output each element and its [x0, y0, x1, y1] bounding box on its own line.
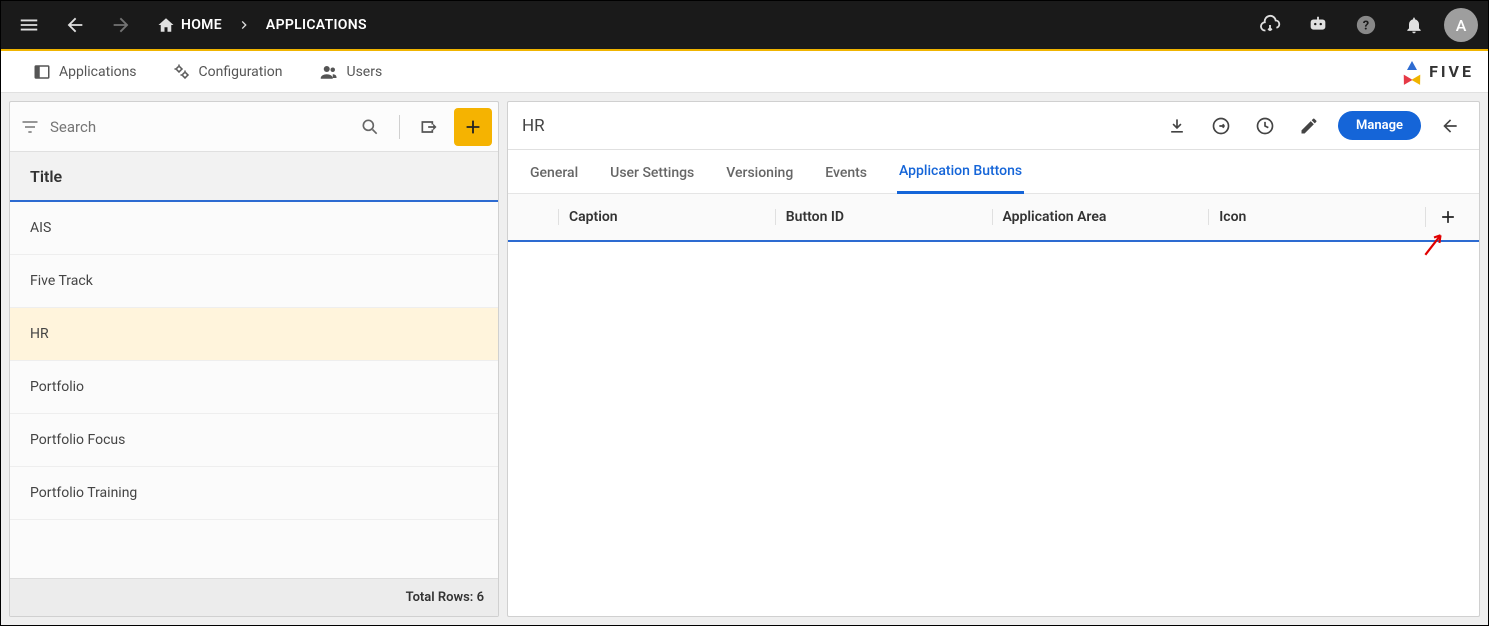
- user-avatar[interactable]: A: [1444, 8, 1478, 42]
- breadcrumb-home[interactable]: HOME: [157, 16, 222, 34]
- search-input[interactable]: [46, 112, 345, 142]
- applications-list: AISFive TrackHRPortfolioPortfolio FocusP…: [10, 202, 498, 578]
- list-footer-count: 6: [477, 590, 484, 605]
- app-topbar: HOME APPLICATIONS ? A: [1, 1, 1488, 51]
- tab-versioning[interactable]: Versioning: [724, 153, 795, 193]
- import-icon[interactable]: [410, 108, 448, 146]
- nav-back-icon[interactable]: [57, 7, 93, 43]
- list-item[interactable]: Portfolio: [10, 361, 498, 414]
- users-icon: [319, 63, 339, 81]
- svg-text:?: ?: [1363, 19, 1369, 34]
- brand-name: FIVE: [1429, 62, 1474, 81]
- breadcrumb-current: APPLICATIONS: [266, 17, 367, 33]
- detail-tabs: General User Settings Versioning Events Appl…: [508, 150, 1479, 194]
- filter-icon[interactable]: [20, 117, 40, 137]
- list-item[interactable]: HR: [10, 308, 498, 361]
- notification-bell-icon[interactable]: [1396, 7, 1432, 43]
- back-arrow-icon[interactable]: [1435, 111, 1465, 141]
- annotation-arrow: [1421, 231, 1447, 257]
- search-go-icon[interactable]: [351, 108, 389, 146]
- chat-bot-icon[interactable]: [1300, 7, 1336, 43]
- list-item[interactable]: Portfolio Focus: [10, 414, 498, 467]
- home-icon: [157, 16, 175, 34]
- download-icon[interactable]: [1162, 111, 1192, 141]
- tab-user-settings[interactable]: User Settings: [608, 153, 696, 193]
- list-footer: Total Rows: 6: [10, 578, 498, 616]
- add-row-button[interactable]: [1425, 207, 1469, 227]
- content-split: Title AISFive TrackHRPortfolioPortfolio …: [1, 93, 1488, 625]
- brand-logo-icon: [1401, 61, 1423, 83]
- chevron-right-icon: [236, 17, 252, 33]
- list-item[interactable]: Five Track: [10, 255, 498, 308]
- add-application-button[interactable]: [454, 108, 492, 146]
- run-icon[interactable]: [1206, 111, 1236, 141]
- detail-header: HR Manage: [508, 102, 1479, 150]
- tab-application-buttons[interactable]: Application Buttons: [897, 151, 1024, 194]
- buttons-table-header: Caption Button ID Application Area Icon: [508, 194, 1479, 242]
- help-icon[interactable]: ?: [1348, 7, 1384, 43]
- nav-forward-icon: [103, 7, 139, 43]
- nav-applications-label: Applications: [59, 64, 137, 80]
- list-header-title: Title: [10, 152, 498, 202]
- list-item[interactable]: AIS: [10, 202, 498, 255]
- applications-list-pane: Title AISFive TrackHRPortfolioPortfolio …: [9, 101, 499, 617]
- nav-users-label: Users: [347, 64, 383, 80]
- hamburger-menu-icon[interactable]: [11, 7, 47, 43]
- col-caption: Caption: [558, 209, 775, 225]
- edit-icon[interactable]: [1294, 111, 1324, 141]
- tab-general[interactable]: General: [528, 153, 580, 193]
- cloud-sync-icon[interactable]: [1252, 7, 1288, 43]
- manage-button[interactable]: Manage: [1338, 111, 1421, 140]
- brand-logo: FIVE: [1401, 61, 1474, 83]
- breadcrumb: HOME APPLICATIONS: [157, 16, 367, 34]
- applications-icon: [33, 63, 51, 81]
- history-icon[interactable]: [1250, 111, 1280, 141]
- module-nav: Applications Configuration Users FIVE: [1, 51, 1488, 93]
- list-item[interactable]: Portfolio Training: [10, 467, 498, 520]
- nav-configuration[interactable]: Configuration: [155, 51, 301, 92]
- tab-events[interactable]: Events: [823, 153, 869, 193]
- search-toolbar: [10, 102, 498, 152]
- plus-icon: [1438, 207, 1458, 227]
- configuration-icon: [173, 63, 191, 81]
- nav-applications[interactable]: Applications: [15, 51, 155, 92]
- col-icon: Icon: [1208, 209, 1425, 225]
- list-footer-label: Total Rows:: [406, 590, 474, 605]
- col-application-area: Application Area: [992, 209, 1209, 225]
- breadcrumb-home-label: HOME: [181, 17, 222, 33]
- nav-configuration-label: Configuration: [199, 64, 283, 80]
- detail-title: HR: [522, 116, 545, 136]
- nav-users[interactable]: Users: [301, 51, 401, 92]
- application-detail-pane: HR Manage General User Settings Versioning…: [507, 101, 1480, 617]
- col-button-id: Button ID: [775, 209, 992, 225]
